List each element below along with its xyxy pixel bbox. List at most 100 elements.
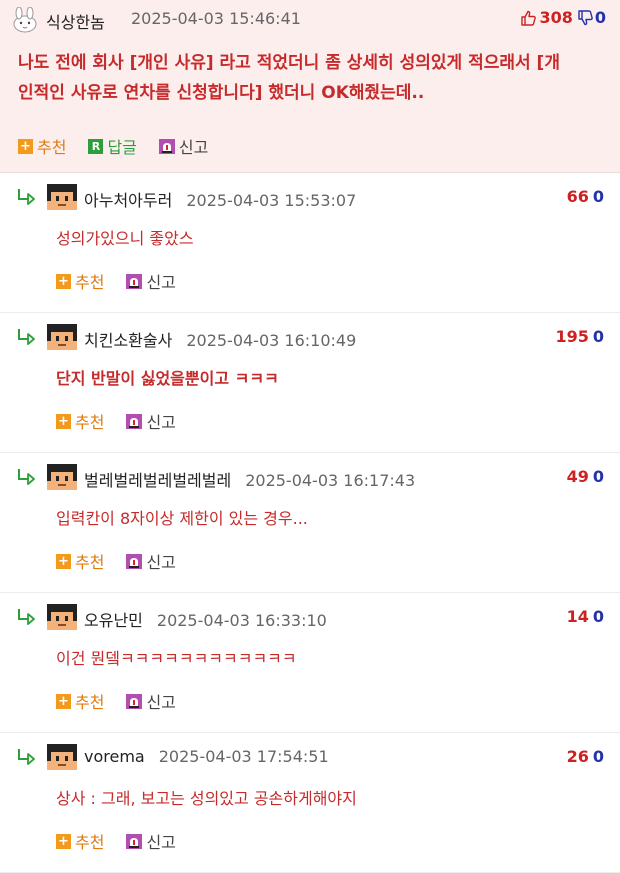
recommend-label: 추천 [75,273,105,292]
top-comment-date: 2025-04-03 15:46:41 [131,9,301,28]
reply-votes[interactable]: 26 0 [567,747,604,766]
plus-icon: + [56,413,71,429]
reply-votes[interactable]: 49 0 [567,467,604,486]
reply-label: 답글 [107,138,137,157]
reply-actions: + 추천 신고 [56,409,198,433]
reply-username[interactable]: 치킨소환술사 [84,331,172,350]
report-label: 신고 [146,833,176,852]
reply-header: 벌레벌레벌레벌레벌레 2025-04-03 16:17:43 49 0 [0,453,620,499]
report-label: 신고 [146,693,176,712]
recommend-button[interactable]: + 추천 [56,549,104,573]
pixel-avatar-icon[interactable] [47,184,77,210]
reply-downvotes: 0 [592,467,604,486]
reply-item: 치킨소환술사 2025-04-03 16:10:49 195 0 단지 반말이 싫었… [0,313,620,453]
siren-icon [158,138,175,154]
reply-upvotes: 195 [555,327,589,346]
reply-username[interactable]: 아누처아두러 [84,191,172,210]
reply-username[interactable]: 벌레벌레벌레벌레벌레 [84,471,231,490]
recommend-label: 추천 [75,413,105,432]
reply-date: 2025-04-03 16:33:10 [156,611,327,630]
siren-icon [126,553,143,569]
reply-votes[interactable]: 14 0 [567,607,604,626]
top-comment: 식상한놈 2025-04-03 15:46:41 308 0 나도 전에 회사 … [0,0,620,173]
report-button[interactable]: 신고 [126,269,176,293]
reply-actions: + 추천 신고 [56,549,198,573]
top-comment-votes: 308 0 [520,8,606,27]
pixel-avatar-icon[interactable] [47,744,77,770]
reply-username[interactable]: vorema [84,747,145,766]
reply-arrow-icon [18,609,35,625]
reply-date: 2025-04-03 15:53:07 [186,191,357,210]
reply-downvotes: 0 [592,747,604,766]
thumbs-up-icon[interactable] [520,10,537,26]
reply-upvotes: 14 [566,607,589,626]
report-button[interactable]: 신고 [126,409,176,433]
top-comment-text-line: 인적인 사유로 연차를 신청합니다] 했더니 OK해줬는데.. [18,83,425,103]
top-comment-upvotes: 308 [539,8,573,27]
report-button[interactable]: 신고 [158,134,209,158]
reply-item: 벌레벌레벌레벌레벌레 2025-04-03 16:17:43 49 0 입력칸이 8… [0,453,620,593]
reply-button[interactable]: R 답글 [88,134,137,158]
recommend-button[interactable]: + 추천 [56,409,104,433]
recommend-label: 추천 [37,138,67,157]
reply-text: 성의가있으니 좋았스 [56,229,194,248]
plus-icon: + [56,273,71,289]
report-button[interactable]: 신고 [126,829,176,853]
bunny-avatar-icon[interactable] [10,7,40,33]
reply-actions: + 추천 신고 [56,829,198,853]
reply-header: vorema 2025-04-03 17:54:51 26 0 [0,733,620,779]
reply-list: 아누처아두러 2025-04-03 15:53:07 66 0 성의가있으니 좋았스… [0,173,620,873]
reply-votes[interactable]: 66 0 [567,187,604,206]
report-label: 신고 [146,413,176,432]
reply-actions: + 추천 신고 [56,689,198,713]
recommend-button[interactable]: + 추천 [56,689,104,713]
top-comment-header: 식상한놈 2025-04-03 15:46:41 308 0 [0,0,620,38]
recommend-button[interactable]: + 추천 [18,134,66,158]
top-comment-actions: + 추천 R 답글 신고 [0,120,620,172]
reply-header: 아누처아두러 2025-04-03 15:53:07 66 0 [0,173,620,219]
plus-icon: + [56,693,71,709]
top-comment-username[interactable]: 식상한놈 [46,9,105,33]
recommend-button[interactable]: + 추천 [56,829,104,853]
top-comment-downvotes: 0 [594,8,606,27]
top-comment-text-line: 나도 전에 회사 [개인 사유] 라고 적었더니 좀 상세히 성의있게 적으래서… [18,53,560,73]
reply-votes[interactable]: 195 0 [555,327,604,346]
reply-upvotes: 26 [566,747,589,766]
report-label: 신고 [178,138,209,157]
comment-thread: 식상한놈 2025-04-03 15:46:41 308 0 나도 전에 회사 … [0,0,620,873]
siren-icon [126,693,143,709]
reply-text: 입력칸이 8자이상 제한이 있는 경우... [56,509,308,528]
recommend-button[interactable]: + 추천 [56,269,104,293]
report-button[interactable]: 신고 [126,549,176,573]
pixel-avatar-icon[interactable] [47,464,77,490]
reply-item: 아누처아두러 2025-04-03 15:53:07 66 0 성의가있으니 좋았스… [0,173,620,313]
pixel-avatar-icon[interactable] [47,324,77,350]
siren-icon [126,833,143,849]
reply-arrow-icon [18,329,35,345]
reply-text: 단지 반말이 싫었을뿐이고 ㅋㅋㅋ [56,369,279,388]
reply-arrow-icon [18,189,35,205]
top-comment-text: 나도 전에 회사 [개인 사유] 라고 적었더니 좀 상세히 성의있게 적으래서… [0,38,620,120]
reply-downvotes: 0 [592,607,604,626]
siren-icon [126,413,143,429]
reply-header: 오유난민 2025-04-03 16:33:10 14 0 [0,593,620,639]
reply-text: 이건 뭔뎈ㅋㅋㅋㅋㅋㅋㅋㅋㅋㅋㅋㅋ [56,649,297,668]
reply-item: 오유난민 2025-04-03 16:33:10 14 0 이건 뭔뎈ㅋㅋㅋㅋㅋㅋㅋ… [0,593,620,733]
siren-icon [126,273,143,289]
reply-upvotes: 66 [566,187,589,206]
reply-date: 2025-04-03 17:54:51 [158,747,329,766]
thumbs-down-icon[interactable] [577,9,593,26]
reply-downvotes: 0 [592,327,604,346]
plus-icon: + [56,833,71,849]
recommend-label: 추천 [75,553,105,572]
reply-text: 상사 : 그래, 보고는 성의있고 공손하게해야지 [56,789,357,808]
reply-username[interactable]: 오유난민 [84,611,143,630]
pixel-avatar-icon[interactable] [47,604,77,630]
reply-arrow-icon [18,749,35,765]
reply-actions: + 추천 신고 [56,269,198,293]
report-label: 신고 [146,553,176,572]
reply-header: 치킨소환술사 2025-04-03 16:10:49 195 0 [0,313,620,359]
reply-r-icon: R [88,138,104,154]
reply-item: vorema 2025-04-03 17:54:51 26 0 상사 : 그래, 보… [0,733,620,873]
report-button[interactable]: 신고 [126,689,176,713]
